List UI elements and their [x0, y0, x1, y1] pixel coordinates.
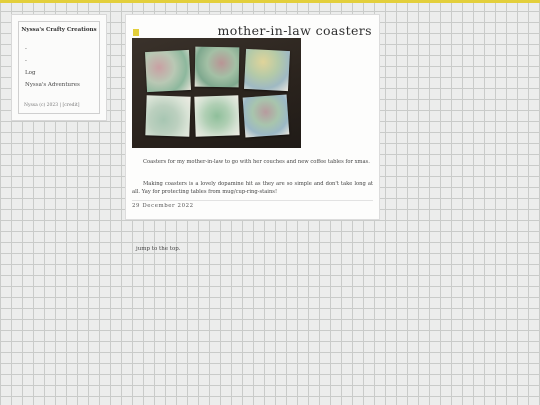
sidebar-nav-item-adventures[interactable]: Nyssa's Adventures [25, 82, 80, 88]
post-divider [132, 200, 373, 201]
sidebar: Nyssa's Crafty Creations - - Log Nyssa's… [11, 14, 107, 121]
blog-post: mother-in-law coasters Coasters for my m… [125, 14, 380, 220]
copyright-text: Nyssa (c) 2023 | [24, 103, 62, 108]
top-accent-bar [0, 0, 540, 3]
coaster-image-6 [242, 94, 290, 138]
coasters-photo [132, 38, 301, 148]
coaster-image-4 [145, 95, 191, 137]
post-paragraph-2: Making coasters is a lovely dopamine hit… [132, 181, 373, 196]
post-title-marker [133, 29, 139, 36]
sidebar-footer: Nyssa (c) 2023 | [credit] [24, 103, 80, 108]
post-date: 29 December 2022 [132, 203, 194, 209]
post-paragraph-1: Coasters for my mother-in-law to go with… [143, 159, 370, 165]
coaster-image-2 [194, 46, 240, 88]
sidebar-nav-item-1[interactable]: - [25, 46, 27, 52]
jump-to-top-link[interactable]: jump to the top. [136, 246, 181, 252]
site-title[interactable]: Nyssa's Crafty Creations [19, 27, 99, 33]
sidebar-panel: Nyssa's Crafty Creations - - Log Nyssa's… [18, 21, 100, 114]
post-title: mother-in-law coasters [217, 23, 372, 38]
sidebar-nav-item-2[interactable]: - [25, 58, 27, 64]
sidebar-nav-item-log[interactable]: Log [25, 70, 35, 76]
credit-link[interactable]: [credit] [63, 103, 80, 108]
coaster-image-1 [144, 49, 192, 93]
coaster-image-5 [194, 95, 240, 137]
coaster-image-3 [243, 48, 291, 92]
